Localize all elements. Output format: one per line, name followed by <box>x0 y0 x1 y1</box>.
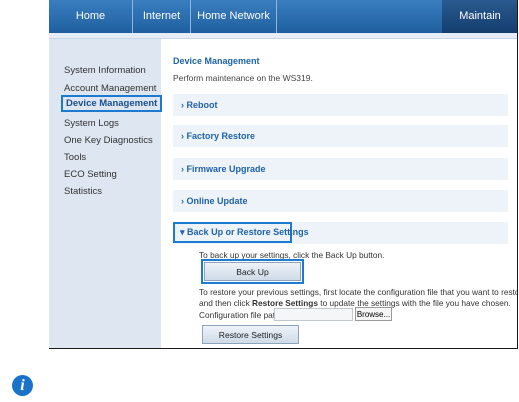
chevron-right-icon: › <box>181 196 184 206</box>
chevron-right-icon: › <box>181 131 184 141</box>
section-label: Reboot <box>186 100 218 110</box>
restore-text-post: to update the settings with the file you… <box>317 298 511 308</box>
page-title: Device Management <box>173 56 260 66</box>
page-description: Perform maintenance on the WS319. <box>173 73 313 83</box>
section-label: Factory Restore <box>186 131 256 141</box>
section-reboot[interactable]: › Reboot <box>173 94 508 116</box>
sidebar-item-eco-setting[interactable]: ECO Setting <box>64 169 117 180</box>
chevron-right-icon: › <box>181 100 184 110</box>
browse-button[interactable]: Browse... <box>355 307 392 321</box>
top-navigation: Home Internet Home Network Maintain <box>49 0 517 33</box>
sidebar-item-tools[interactable]: Tools <box>64 152 86 163</box>
config-file-path-input[interactable] <box>274 308 353 321</box>
section-label: Online Update <box>186 196 248 206</box>
info-glyph: i <box>20 377 25 394</box>
restore-instruction-line1: To restore your previous settings, first… <box>199 287 518 297</box>
back-up-button[interactable]: Back Up <box>201 259 304 284</box>
sidebar-item-account-management[interactable]: Account Management <box>64 83 156 94</box>
tab-home[interactable]: Home <box>49 0 133 33</box>
chevron-down-icon: ▾ <box>180 227 185 237</box>
sidebar: System Information Account Management De… <box>49 39 163 348</box>
router-web-ui: Home Internet Home Network Maintain Syst… <box>49 0 518 349</box>
backup-instruction: To back up your settings, click the Back… <box>199 250 385 260</box>
config-file-label: Configuration file path: <box>199 310 283 320</box>
tab-internet[interactable]: Internet <box>133 0 191 33</box>
sidebar-item-system-information[interactable]: System Information <box>64 65 146 76</box>
section-backup-restore[interactable]: ▾ Back Up or Restore Settings <box>173 222 309 243</box>
tab-maintain[interactable]: Maintain <box>442 0 517 33</box>
sidebar-item-device-management[interactable]: Device Management <box>61 95 163 112</box>
sidebar-item-system-logs[interactable]: System Logs <box>64 118 119 129</box>
section-online-update[interactable]: › Online Update <box>173 190 508 212</box>
info-icon: i <box>12 375 33 396</box>
section-factory-restore[interactable]: › Factory Restore <box>173 125 508 147</box>
chevron-right-icon: › <box>181 164 184 174</box>
section-firmware-upgrade[interactable]: › Firmware Upgrade <box>173 158 508 180</box>
restore-settings-button[interactable]: Restore Settings <box>202 325 299 344</box>
section-label: Firmware Upgrade <box>186 164 266 174</box>
restore-text-bold: Restore Settings <box>252 298 318 308</box>
tab-home-network[interactable]: Home Network <box>191 0 277 33</box>
restore-text-pre: and then click <box>199 298 253 308</box>
sidebar-item-statistics[interactable]: Statistics <box>64 186 102 197</box>
sidebar-item-one-key-diagnostics[interactable]: One Key Diagnostics <box>64 135 153 146</box>
section-label: Back Up or Restore Settings <box>187 227 309 237</box>
